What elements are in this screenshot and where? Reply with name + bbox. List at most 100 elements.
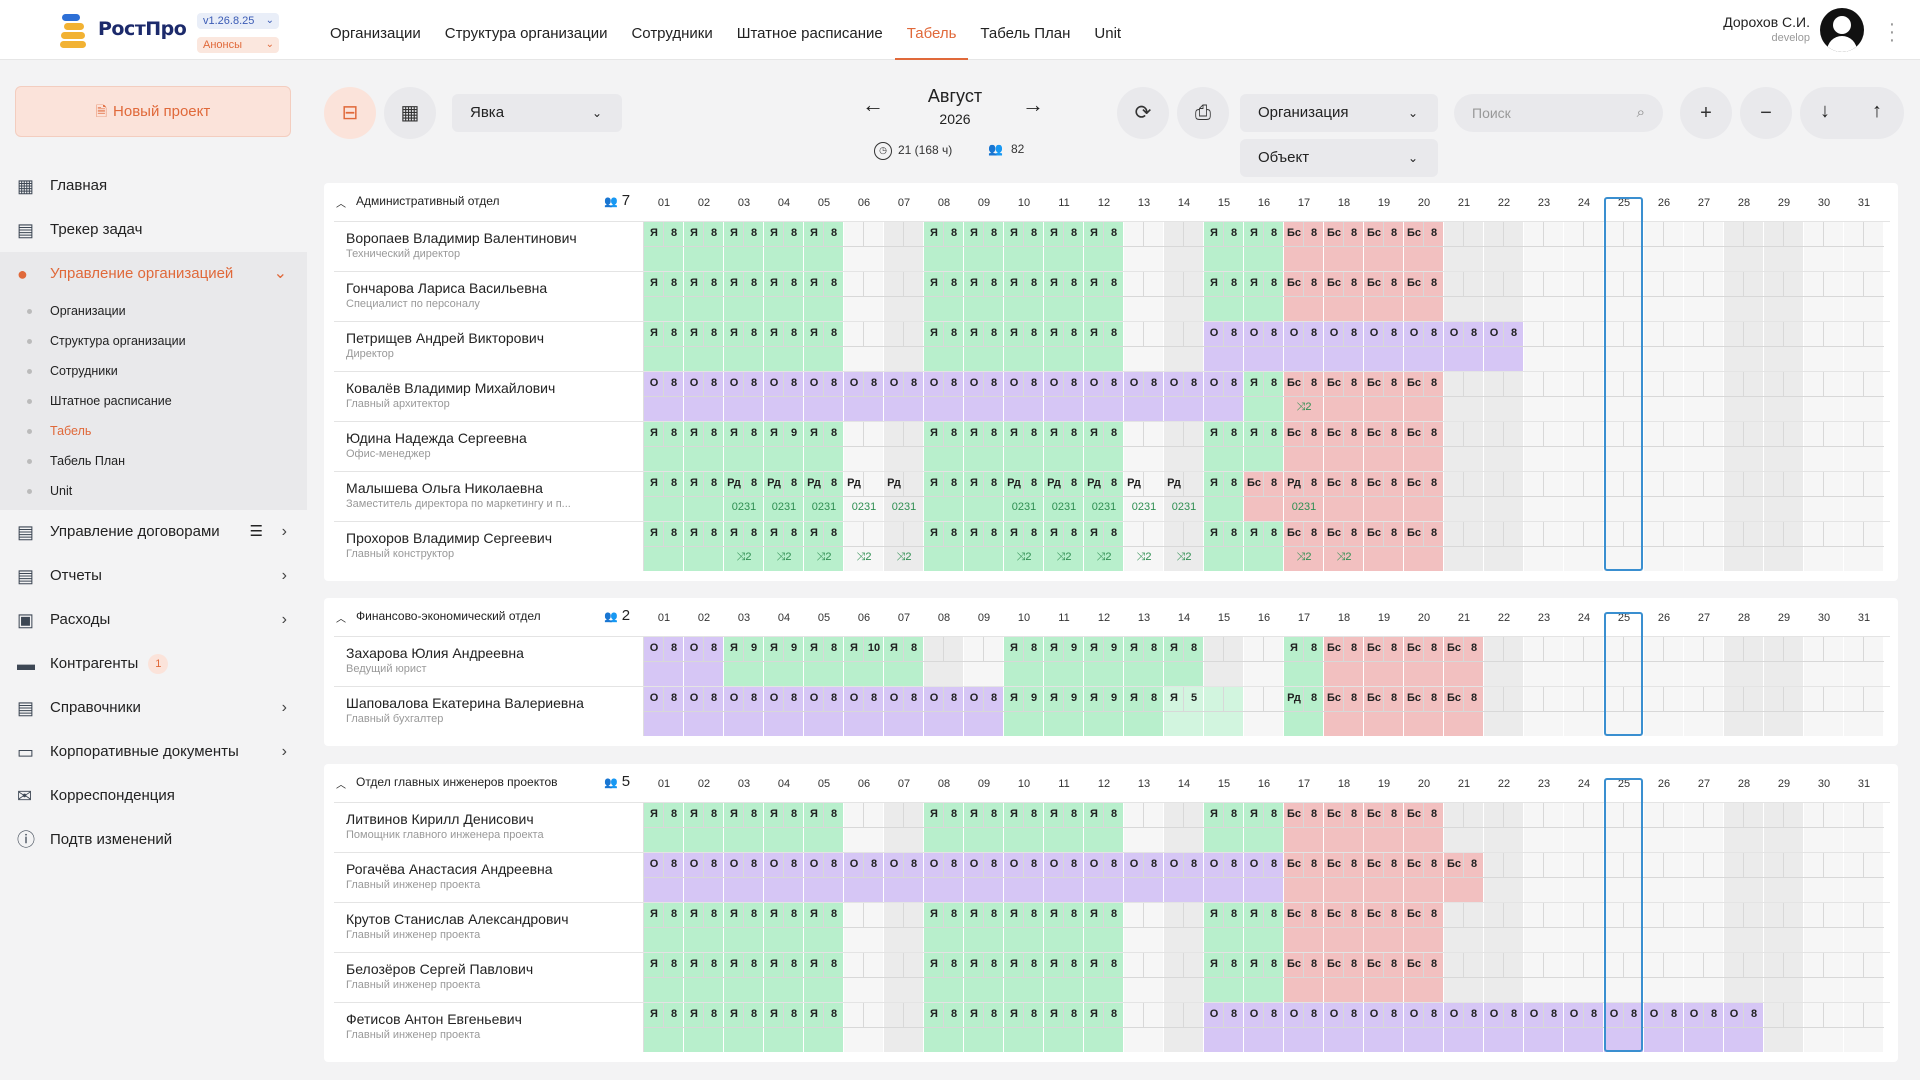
day-cell[interactable] bbox=[1484, 803, 1524, 852]
day-cell[interactable] bbox=[1684, 637, 1724, 686]
day-cell[interactable]: О8 bbox=[964, 687, 1004, 736]
nav-employees[interactable]: Сотрудники bbox=[619, 0, 724, 60]
day-cell[interactable] bbox=[1644, 522, 1684, 571]
day-cell[interactable]: О8 bbox=[684, 853, 724, 902]
avatar[interactable] bbox=[1820, 8, 1864, 52]
day-cell[interactable]: Я8 bbox=[1204, 222, 1244, 271]
day-label[interactable]: 26 bbox=[1644, 778, 1684, 790]
day-cell[interactable]: Бс 8 bbox=[1324, 637, 1364, 686]
day-cell[interactable]: Я8 bbox=[1244, 372, 1284, 421]
day-cell[interactable]: О8 bbox=[884, 372, 924, 421]
sidebar-item-9[interactable]: ✉ Корреспонденция bbox=[0, 774, 307, 818]
day-label[interactable]: 07 bbox=[884, 778, 924, 790]
day-cell[interactable] bbox=[1164, 272, 1204, 321]
day-cell[interactable]: О8 bbox=[1324, 1003, 1364, 1052]
remove-button[interactable]: − bbox=[1740, 87, 1792, 139]
day-cell[interactable] bbox=[1604, 322, 1644, 371]
day-cell[interactable]: О8 bbox=[844, 687, 884, 736]
day-cell[interactable]: О8 bbox=[724, 687, 764, 736]
nav-staffing[interactable]: Штатное расписание bbox=[725, 0, 895, 60]
day-label[interactable]: 09 bbox=[964, 612, 1004, 624]
day-cell[interactable]: О8 bbox=[924, 687, 964, 736]
day-cell[interactable]: О8 bbox=[684, 372, 724, 421]
day-cell[interactable]: Я8 bbox=[924, 803, 964, 852]
day-cell[interactable]: Я8 bbox=[924, 1003, 964, 1052]
day-cell[interactable]: О8 bbox=[1684, 1003, 1724, 1052]
day-cell[interactable]: О8 bbox=[764, 687, 804, 736]
day-cell[interactable]: Я8 bbox=[924, 472, 964, 521]
day-label[interactable]: 31 bbox=[1844, 778, 1884, 790]
day-label[interactable]: 02 bbox=[684, 197, 724, 209]
day-cell[interactable]: Бс 8 bbox=[1364, 903, 1404, 952]
day-label[interactable]: 04 bbox=[764, 612, 804, 624]
day-cell[interactable]: Я8 bbox=[924, 422, 964, 471]
day-cell[interactable]: О8 bbox=[844, 853, 884, 902]
object-select[interactable]: Объект ⌄ bbox=[1240, 139, 1438, 177]
employee-info[interactable]: Гончарова Лариса Васильевна Специалист по… bbox=[334, 272, 644, 321]
day-cell[interactable] bbox=[884, 222, 924, 271]
day-cell[interactable]: Я8 bbox=[1084, 422, 1124, 471]
day-cell[interactable]: Бс 8 bbox=[1284, 272, 1324, 321]
day-cell[interactable]: Я 8 ⤨2 bbox=[1004, 522, 1044, 571]
day-cell[interactable] bbox=[1804, 222, 1844, 271]
day-cell[interactable]: О8 bbox=[1484, 322, 1524, 371]
day-cell[interactable] bbox=[1484, 853, 1524, 902]
day-cell[interactable]: Я8 bbox=[924, 522, 964, 571]
day-cell[interactable] bbox=[884, 322, 924, 371]
day-label[interactable]: 10 bbox=[1004, 612, 1044, 624]
day-cell[interactable]: О8 bbox=[644, 372, 684, 421]
day-cell[interactable]: Бс 8 bbox=[1364, 372, 1404, 421]
day-cell[interactable] bbox=[1844, 372, 1884, 421]
day-cell[interactable] bbox=[1684, 422, 1724, 471]
day-cell[interactable]: Я8 bbox=[724, 953, 764, 1002]
day-cell[interactable]: Я8 bbox=[764, 903, 804, 952]
day-cell[interactable]: Я8 bbox=[644, 953, 684, 1002]
day-cell[interactable]: Я8 bbox=[684, 272, 724, 321]
day-cell[interactable] bbox=[1844, 272, 1884, 321]
day-cell[interactable] bbox=[1724, 422, 1764, 471]
day-cell[interactable]: Бс 8 bbox=[1404, 522, 1444, 571]
day-cell[interactable] bbox=[1844, 422, 1884, 471]
day-cell[interactable] bbox=[1684, 953, 1724, 1002]
day-cell[interactable]: Я8 bbox=[1204, 422, 1244, 471]
day-cell[interactable]: О8 bbox=[684, 637, 724, 686]
day-cell[interactable] bbox=[1484, 522, 1524, 571]
day-cell[interactable] bbox=[1764, 853, 1804, 902]
day-label[interactable]: 21 bbox=[1444, 197, 1484, 209]
sidebar-item-0[interactable]: ▦ Главная bbox=[0, 164, 307, 208]
day-cell[interactable] bbox=[884, 1003, 924, 1052]
day-cell[interactable]: О8 bbox=[1244, 1003, 1284, 1052]
day-cell[interactable]: Бс 8 bbox=[1404, 903, 1444, 952]
day-cell[interactable] bbox=[1444, 222, 1484, 271]
day-cell[interactable] bbox=[1524, 372, 1564, 421]
nav-unit[interactable]: Unit bbox=[1082, 0, 1133, 60]
day-cell[interactable]: О8 bbox=[1164, 853, 1204, 902]
day-cell[interactable]: Я8 bbox=[884, 637, 924, 686]
day-cell[interactable]: О8 bbox=[1244, 853, 1284, 902]
day-cell[interactable] bbox=[1124, 422, 1164, 471]
day-cell[interactable]: Бс 8 bbox=[1404, 803, 1444, 852]
day-cell[interactable] bbox=[1524, 472, 1564, 521]
day-cell[interactable]: Я8 bbox=[764, 953, 804, 1002]
day-cell[interactable]: Я8 bbox=[1004, 322, 1044, 371]
day-label[interactable]: 11 bbox=[1044, 612, 1084, 624]
day-cell[interactable] bbox=[1244, 687, 1284, 736]
day-label[interactable]: 25 bbox=[1604, 778, 1644, 790]
day-cell[interactable] bbox=[1484, 472, 1524, 521]
day-label[interactable]: 01 bbox=[644, 778, 684, 790]
sidebar-subitem-4[interactable]: Табель bbox=[0, 416, 307, 446]
day-cell[interactable]: Я 10 bbox=[844, 637, 884, 686]
day-label[interactable]: 21 bbox=[1444, 612, 1484, 624]
sidebar-item-5[interactable]: ▣ Расходы › bbox=[0, 598, 307, 642]
day-cell[interactable] bbox=[1204, 687, 1244, 736]
day-cell[interactable]: О8 bbox=[764, 853, 804, 902]
day-cell[interactable]: О8 bbox=[1364, 1003, 1404, 1052]
sidebar-subitem-0[interactable]: Организации bbox=[0, 296, 307, 326]
chevron-up-icon[interactable]: ︿ bbox=[336, 195, 346, 210]
day-cell[interactable]: О8 bbox=[724, 372, 764, 421]
day-cell[interactable]: Я8 bbox=[1244, 272, 1284, 321]
day-cell[interactable]: Я8 bbox=[1244, 903, 1284, 952]
day-cell[interactable]: Я8 bbox=[764, 322, 804, 371]
day-cell[interactable] bbox=[1684, 372, 1724, 421]
day-cell[interactable]: Я8 bbox=[924, 903, 964, 952]
